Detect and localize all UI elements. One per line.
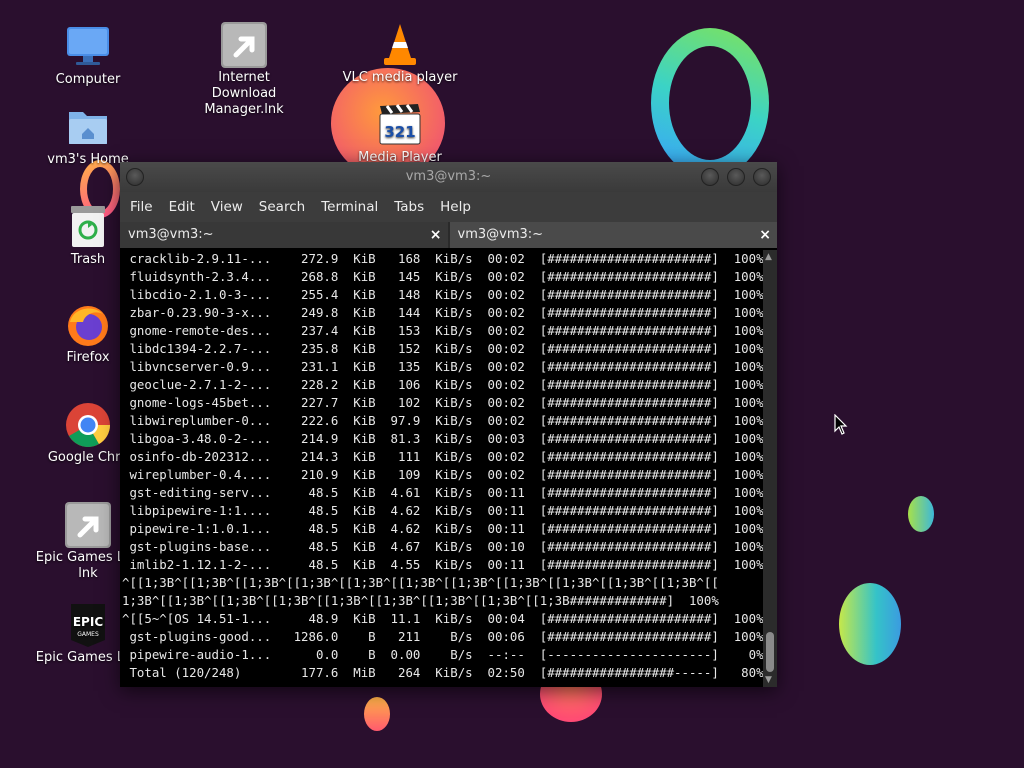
trash-icon xyxy=(65,204,111,250)
terminal-scrollbar[interactable]: ▲ ▼ xyxy=(763,250,777,687)
tab-label: vm3@vm3:~ xyxy=(457,227,544,242)
terminal-line: Total (120/248) 177.6 MiB 264 KiB/s 02:5… xyxy=(122,665,763,680)
terminal-window[interactable]: vm3@vm3:~ File Edit View Search Terminal… xyxy=(120,162,777,687)
menu-file[interactable]: File xyxy=(124,192,159,222)
terminal-line: gnome-remote-des... 237.4 KiB 153 KiB/s … xyxy=(122,323,763,338)
terminal-line: geoclue-2.7.1-2-... 228.2 KiB 106 KiB/s … xyxy=(122,377,763,392)
mpc-icon-text: 321 xyxy=(384,123,415,141)
desktop-icon-internet-download-manager[interactable]: Internet Download Manager.lnk xyxy=(185,22,303,118)
chrome-icon xyxy=(65,402,111,448)
wallpaper-green-small-shape xyxy=(908,496,934,532)
menu-search[interactable]: Search xyxy=(253,192,311,222)
wallpaper-green-big-shape xyxy=(839,583,901,665)
terminal-line: 1;3B^[[1;3B^[[1;3B^[[1;3B^[[1;3B^[[1;3B^… xyxy=(122,593,719,608)
maximize-button[interactable] xyxy=(727,168,745,186)
menu-tabs[interactable]: Tabs xyxy=(388,192,430,222)
window-titlebar[interactable]: vm3@vm3:~ xyxy=(120,162,777,192)
vlc-cone-icon xyxy=(377,22,423,68)
desktop-icon-vlc[interactable]: VLC media player xyxy=(341,22,459,86)
desktop-icon-label: Internet Download Manager.lnk xyxy=(204,70,284,117)
shortcut-icon xyxy=(221,22,267,68)
tab-1[interactable]: vm3@vm3:~ × xyxy=(120,222,450,248)
close-button[interactable] xyxy=(753,168,771,186)
desktop-icon-home[interactable]: vm3's Home xyxy=(29,104,147,168)
svg-text:EPIC: EPIC xyxy=(73,615,103,629)
terminal-line: libpipewire-1:1.... 48.5 KiB 4.62 KiB/s … xyxy=(122,503,763,518)
tab-close-icon[interactable]: × xyxy=(759,222,771,248)
terminal-line: zbar-0.23.90-3-x... 249.8 KiB 144 KiB/s … xyxy=(122,305,763,320)
wallpaper-ring-shape xyxy=(651,28,769,178)
desktop-icon-computer[interactable]: Computer xyxy=(29,24,147,88)
desktop-icon-label: Computer xyxy=(55,72,121,87)
minimize-button[interactable] xyxy=(701,168,719,186)
terminal-line: gnome-logs-45bet... 227.7 KiB 102 KiB/s … xyxy=(122,395,763,410)
menu-help[interactable]: Help xyxy=(434,192,477,222)
window-title: vm3@vm3:~ xyxy=(405,169,492,184)
window-menu-button[interactable] xyxy=(126,168,144,186)
wallpaper-orange-small-shape xyxy=(364,697,390,731)
terminal-line: libdc1394-2.2.7-... 235.8 KiB 152 KiB/s … xyxy=(122,341,763,356)
terminal-line: libwireplumber-0... 222.6 KiB 97.9 KiB/s… xyxy=(122,413,763,428)
terminal-line: libvncserver-0.9... 231.1 KiB 135 KiB/s … xyxy=(122,359,763,374)
tab-2[interactable]: vm3@vm3:~ × xyxy=(449,222,777,248)
terminal-line: pipewire-1:1.0.1... 48.5 KiB 4.62 KiB/s … xyxy=(122,521,763,536)
terminal-line: cracklib-2.9.11-... 272.9 KiB 168 KiB/s … xyxy=(122,251,763,266)
menu-edit[interactable]: Edit xyxy=(163,192,201,222)
shortcut-icon xyxy=(65,502,111,548)
tab-close-icon[interactable]: × xyxy=(430,222,442,248)
firefox-icon xyxy=(65,302,111,348)
menu-view[interactable]: View xyxy=(205,192,249,222)
scroll-down-icon[interactable]: ▼ xyxy=(765,675,772,685)
menu-terminal[interactable]: Terminal xyxy=(315,192,384,222)
home-folder-icon xyxy=(65,104,111,150)
terminal-line: osinfo-db-202312... 214.3 KiB 111 KiB/s … xyxy=(122,449,763,464)
terminal-line: pipewire-audio-1... 0.0 B 0.00 B/s --:--… xyxy=(122,647,763,662)
svg-text:GAMES: GAMES xyxy=(77,631,99,638)
desktop-icon-label: VLC media player xyxy=(342,70,458,85)
tab-bar: vm3@vm3:~ × vm3@vm3:~ × xyxy=(120,222,777,248)
terminal-line: gst-plugins-base... 48.5 KiB 4.67 KiB/s … xyxy=(122,539,763,554)
terminal-line: ^[[1;3B^[[1;3B^[[1;3B^[[1;3B^[[1;3B^[[1;… xyxy=(122,575,719,590)
computer-icon xyxy=(65,24,111,70)
terminal-line: wireplumber-0.4.... 210.9 KiB 109 KiB/s … xyxy=(122,467,763,482)
terminal-line: fluidsynth-2.3.4... 268.8 KiB 145 KiB/s … xyxy=(122,269,763,284)
tab-label: vm3@vm3:~ xyxy=(128,227,214,242)
terminal-line: imlib2-1.12.1-2-... 48.5 KiB 4.55 KiB/s … xyxy=(122,557,763,572)
mpc-clapper-icon: 321 xyxy=(377,102,423,148)
menubar: File Edit View Search Terminal Tabs Help xyxy=(120,192,777,222)
scroll-up-icon[interactable]: ▲ xyxy=(765,252,772,262)
terminal-output[interactable]: cracklib-2.9.11-... 272.9 KiB 168 KiB/s … xyxy=(120,250,763,687)
terminal-line: gst-editing-serv... 48.5 KiB 4.61 KiB/s … xyxy=(122,485,763,500)
terminal-line: libgoa-3.48.0-2-... 214.9 KiB 81.3 KiB/s… xyxy=(122,431,763,446)
terminal-line: libcdio-2.1.0-3-... 255.4 KiB 148 KiB/s … xyxy=(122,287,763,302)
terminal-line: gst-plugins-good... 1286.0 B 211 B/s 00:… xyxy=(122,629,763,644)
terminal-line: ^[[5~^[OS 14.51-1... 48.9 KiB 11.1 KiB/s… xyxy=(122,611,763,626)
epic-games-logo-icon: EPIC GAMES xyxy=(65,602,111,648)
mouse-pointer-icon xyxy=(834,413,848,440)
scroll-thumb[interactable] xyxy=(766,632,774,672)
